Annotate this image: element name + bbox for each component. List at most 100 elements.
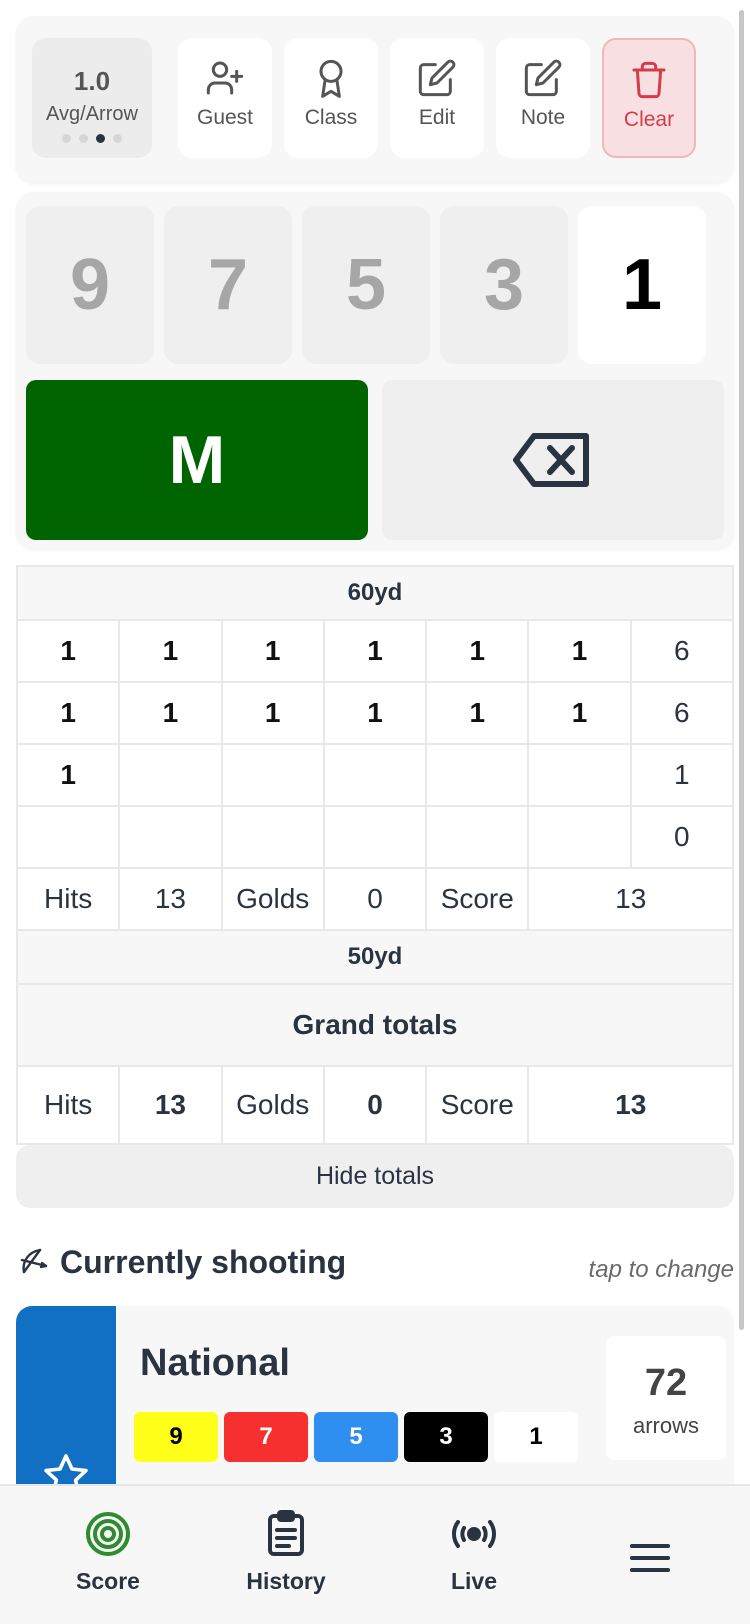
avg-per-arrow-panel[interactable]: 1.0 Avg/Arrow [32,38,152,158]
grand-score-value: 13 [527,1065,734,1145]
note-button[interactable]: Note [496,38,590,158]
arrow-cell[interactable]: 1 [15,619,121,683]
arrow-cell[interactable]: 1 [15,681,121,745]
currently-shooting-title: Currently shooting [60,1244,347,1280]
end-total-cell: 6 [629,681,735,745]
class-button[interactable]: Class [284,38,378,158]
note-label: Note [520,106,566,129]
end-total-cell: 1 [629,743,735,807]
end-total-cell: 0 [629,805,735,869]
golds-value: 0 [322,867,428,931]
ring-chip-blue: 5 [314,1412,398,1462]
arrow-cell[interactable]: 1 [118,619,223,683]
arrow-cell[interactable] [425,805,530,869]
nav-history-label: History [246,1568,326,1594]
class-label: Class [304,106,358,129]
nav-live-label: Live [450,1568,498,1594]
arrow-cell[interactable]: 1 [220,619,325,683]
arrow-cell[interactable]: 1 [425,619,530,683]
target-icon [86,1512,130,1556]
arrow-cell[interactable]: 1 [220,681,325,745]
toolbar-card: 1.0 Avg/Arrow Guest Class Edit Note Clea… [16,16,734,182]
arrow-cell[interactable]: 1 [322,619,428,683]
nav-score[interactable]: Score [18,1486,198,1624]
ring-chip-black: 3 [404,1412,488,1462]
arrow-cell[interactable] [220,805,325,869]
backspace-icon [513,433,589,487]
live-broadcast-icon [452,1520,496,1548]
key-7[interactable]: 7 [164,206,292,364]
end-row[interactable]: 1 1 1 1 1 1 6 [15,681,735,745]
ring-chip-white: 1 [494,1412,578,1462]
arrow-cell[interactable] [322,743,428,807]
clear-label: Clear [623,108,675,131]
add-user-icon [206,61,244,95]
end-row[interactable]: 0 [15,805,735,869]
arrow-cell[interactable]: 1 [322,681,428,745]
scrollbar[interactable] [739,10,744,1330]
distance-header-row: 60yd [16,565,734,621]
page-dot [62,134,71,143]
grand-totals-row: Hits 13 Golds 0 Score 13 [15,1065,734,1145]
avg-label: Avg/Arrow [46,103,138,125]
grand-golds-label: Golds [220,1065,325,1145]
arrow-cell[interactable]: 1 [425,681,530,745]
score-table: 60yd 1 1 1 1 1 1 6 1 1 1 1 1 1 6 1 1 0 H… [15,565,735,1145]
page-dot-active [96,134,105,143]
hits-value: 13 [118,867,223,931]
key-3[interactable]: 3 [440,206,568,364]
grand-totals-header-row: Grand totals [16,983,734,1067]
clear-button[interactable]: Clear [602,38,696,158]
note-icon [524,59,562,97]
edit-icon [418,59,456,97]
award-icon [319,59,343,98]
arrow-cell[interactable]: 1 [527,681,632,745]
end-row[interactable]: 1 1 1 1 1 1 6 [15,619,735,683]
nav-score-label: Score [76,1568,140,1594]
grand-score-label: Score [425,1065,530,1145]
edit-button[interactable]: Edit [390,38,484,158]
arrow-cell[interactable]: 1 [527,619,632,683]
score-label: Score [425,867,530,931]
end-row[interactable]: 1 1 [15,743,735,807]
edit-label: Edit [418,106,456,129]
golds-label: Golds [220,867,325,931]
arrows-count: 72 [644,1362,688,1404]
nav-live[interactable]: Live [384,1486,564,1624]
tap-to-change-hint[interactable]: tap to change [589,1256,734,1284]
score-value: 13 [527,867,734,931]
arrow-cell[interactable]: 1 [118,681,223,745]
score-keypad: 9 7 5 3 1 M [16,192,734,548]
arrows-count-box: 72 arrows [606,1336,726,1460]
distance-totals-row: Hits 13 Golds 0 Score 13 [15,867,734,931]
arrow-cell[interactable] [15,805,121,869]
arrow-cell[interactable]: 1 [15,743,121,807]
arrow-cell[interactable] [527,805,632,869]
distance-header-row: 50yd [16,929,734,985]
ring-chip-red: 7 [224,1412,308,1462]
grand-totals-title: Grand totals [16,983,734,1067]
avg-value: 1.0 [73,66,111,96]
trash-icon [632,61,666,99]
key-9[interactable]: 9 [26,206,154,364]
end-total-cell: 6 [629,619,735,683]
key-5[interactable]: 5 [302,206,430,364]
hide-totals-button[interactable]: Hide totals [16,1145,734,1208]
grand-hits-label: Hits [15,1065,121,1145]
arrow-cell[interactable] [527,743,632,807]
backspace-button[interactable] [382,380,724,540]
arrow-cell[interactable] [425,743,530,807]
arrow-cell[interactable] [118,805,223,869]
nav-history[interactable]: History [196,1486,376,1624]
key-1[interactable]: 1 [578,206,706,364]
guest-label: Guest [196,106,254,129]
arrow-cell[interactable] [322,805,428,869]
miss-button[interactable]: M [26,380,368,540]
nav-menu[interactable] [560,1486,740,1624]
clipboard-icon [268,1510,304,1556]
arrow-cell[interactable] [118,743,223,807]
round-name: National [140,1342,290,1384]
guest-button[interactable]: Guest [178,38,272,158]
page-dot [113,134,122,143]
arrow-cell[interactable] [220,743,325,807]
